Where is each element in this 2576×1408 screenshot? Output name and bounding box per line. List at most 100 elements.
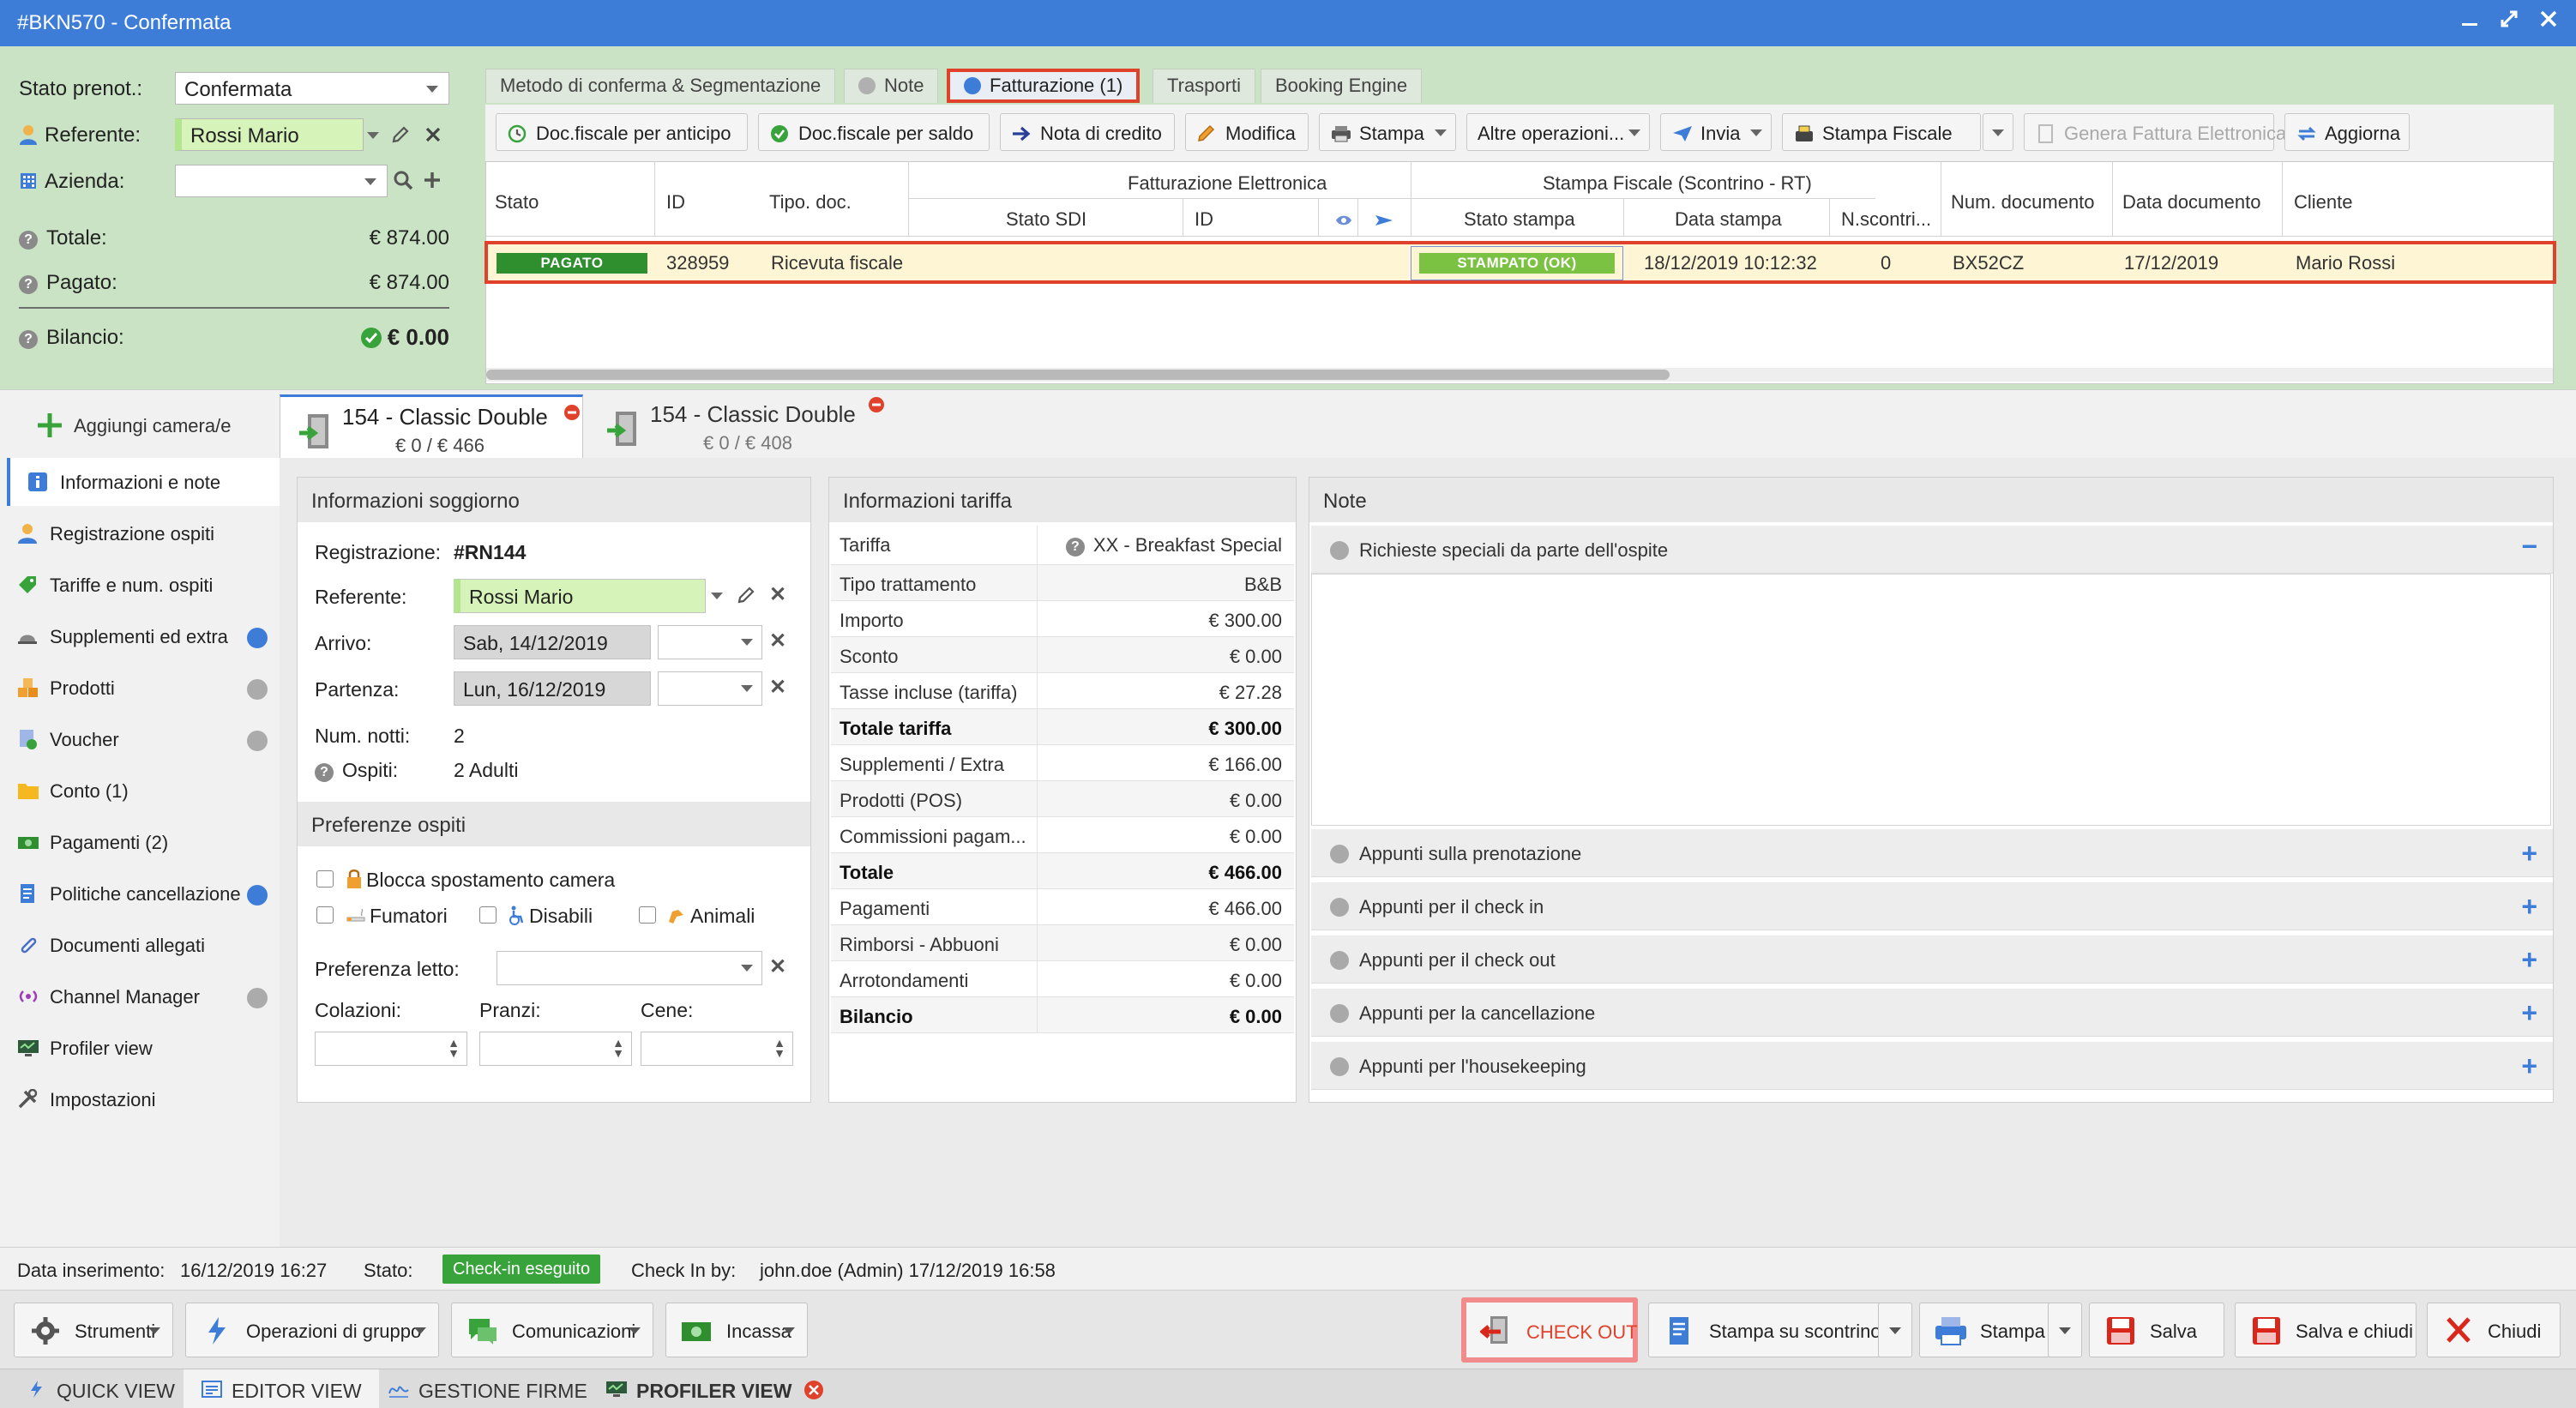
clear-icon[interactable]: ✕ <box>769 582 786 607</box>
note-section-checkout[interactable]: Appunti per il check out + <box>1311 936 2553 984</box>
animali-checkbox[interactable] <box>639 906 656 924</box>
room-tab-2[interactable]: 154 - Classic Double € 0 / € 408 <box>588 394 892 458</box>
tab-fatturazione[interactable]: Fatturazione (1) <box>947 69 1141 103</box>
col-data-stampa[interactable]: Data stampa <box>1675 208 1782 231</box>
scrollbar-thumb[interactable] <box>486 370 1670 380</box>
tab-metodo-conferma[interactable]: Metodo di conferma & Segmentazione <box>485 69 836 103</box>
modifica-button[interactable]: Modifica <box>1185 113 1309 151</box>
stampa-fiscale-button[interactable]: Stampa Fiscale <box>1782 113 1981 151</box>
stepper-arrows-icon[interactable]: ▲ ▼ <box>773 1037 785 1059</box>
blocca-checkbox[interactable] <box>316 870 334 888</box>
nav-conto[interactable]: Conto (1) <box>0 767 280 815</box>
nav-registrazione-ospiti[interactable]: Registrazione ospiti <box>0 509 280 557</box>
tab-gestione-firme[interactable]: GESTIONE FIRME <box>370 1369 605 1408</box>
nav-impostazioni[interactable]: Impostazioni <box>0 1075 280 1123</box>
note-section-prenotazione[interactable]: Appunti sulla prenotazione + <box>1311 829 2553 877</box>
nav-supplementi[interactable]: Supplementi ed extra <box>0 612 280 660</box>
col-stato-stampa[interactable]: Stato stampa <box>1464 208 1575 231</box>
expand-icon[interactable]: + <box>2521 891 2537 923</box>
salva-chiudi-button[interactable]: Salva e chiudi <box>2235 1303 2417 1357</box>
pencil-icon[interactable] <box>737 586 755 605</box>
azienda-select[interactable] <box>175 165 388 197</box>
expand-icon[interactable] <box>2499 9 2519 29</box>
clear-icon[interactable]: ✕ <box>769 675 786 700</box>
col-nscontri[interactable]: N.scontri... <box>1841 208 1931 231</box>
expand-icon[interactable]: + <box>2521 1050 2537 1082</box>
eye-icon[interactable] <box>1335 214 1352 227</box>
stepper-arrows-icon[interactable]: ▲ ▼ <box>612 1037 624 1059</box>
tab-booking-engine[interactable]: Booking Engine <box>1261 69 1423 103</box>
stampa-fiscale-dropdown[interactable] <box>1983 113 2013 151</box>
nav-prodotti[interactable]: Prodotti <box>0 664 280 712</box>
close-icon[interactable] <box>2538 9 2559 29</box>
pencil-icon[interactable] <box>391 125 410 144</box>
remove-icon[interactable] <box>868 396 885 413</box>
tab-profiler-view[interactable]: PROFILER VIEW <box>588 1369 843 1408</box>
partenza-date-field[interactable]: Lun, 16/12/2019 <box>454 671 651 706</box>
close-tab-icon[interactable] <box>803 1380 824 1400</box>
comunicazioni-dropdown[interactable]: Comunicazioni <box>451 1303 653 1357</box>
chiudi-button[interactable]: Chiudi <box>2427 1303 2561 1357</box>
tab-editor-view[interactable]: EDITOR VIEW <box>184 1369 379 1408</box>
doc-saldo-button[interactable]: Doc.fiscale per saldo <box>758 113 990 151</box>
aggiorna-button[interactable]: Aggiorna <box>2284 113 2410 151</box>
disabili-checkbox[interactable] <box>479 906 497 924</box>
referente-field[interactable]: Rossi Mario <box>454 579 706 613</box>
stato-select[interactable]: Confermata <box>175 72 449 105</box>
pranzi-stepper[interactable]: ▲ ▼ <box>479 1032 632 1066</box>
cene-stepper[interactable]: ▲ ▼ <box>641 1032 793 1066</box>
chevron-down-icon[interactable] <box>367 132 379 139</box>
nav-politiche[interactable]: Politiche cancellazione <box>0 869 280 918</box>
col-data-documento[interactable]: Data documento <box>2122 191 2260 214</box>
tab-note[interactable]: Note <box>844 69 939 103</box>
col-id[interactable]: ID <box>666 191 685 214</box>
salva-button[interactable]: Salva <box>2089 1303 2224 1357</box>
note-section-cancellazione[interactable]: Appunti per la cancellazione + <box>1311 989 2553 1037</box>
col-tipo-doc[interactable]: Tipo. doc. <box>769 191 852 214</box>
expand-icon[interactable]: + <box>2521 997 2537 1029</box>
expand-icon[interactable]: + <box>2521 838 2537 869</box>
arrivo-date-field[interactable]: Sab, 14/12/2019 <box>454 625 651 659</box>
arrivo-time-field[interactable] <box>658 625 762 659</box>
chevron-down-icon[interactable] <box>711 593 723 599</box>
stampa-dropdown[interactable]: Stampa <box>1319 113 1456 151</box>
stampa-scontrino-dropdown[interactable] <box>1878 1303 1912 1357</box>
add-room-button[interactable]: Aggiungi camera/e <box>34 410 231 441</box>
nota-credito-button[interactable]: Nota di credito <box>1000 113 1175 151</box>
nav-tariffe[interactable]: Tariffe e num. ospiti <box>0 561 280 609</box>
clear-icon[interactable]: ✕ <box>769 954 786 979</box>
remove-icon[interactable] <box>563 404 581 421</box>
nav-voucher[interactable]: Voucher <box>0 715 280 763</box>
stepper-arrows-icon[interactable]: ▲ ▼ <box>448 1037 460 1059</box>
invia-dropdown[interactable]: Invia <box>1660 113 1772 151</box>
col-cliente[interactable]: Cliente <box>2294 191 2352 214</box>
richieste-textarea[interactable] <box>1311 574 2551 826</box>
col-stato-sdi[interactable]: Stato SDI <box>1006 208 1086 231</box>
send-icon[interactable] <box>1375 214 1393 227</box>
add-icon[interactable] <box>422 170 442 190</box>
note-section-housekeeping[interactable]: Appunti per l'housekeeping + <box>1311 1042 2553 1090</box>
checkout-button[interactable]: CHECK OUT <box>1461 1297 1638 1363</box>
note-section-checkin[interactable]: Appunti per il check in + <box>1311 882 2553 930</box>
clear-icon[interactable] <box>424 125 442 144</box>
referente-field[interactable]: Rossi Mario <box>175 118 364 151</box>
letto-select[interactable] <box>497 951 762 985</box>
stampa-dropdown[interactable] <box>2048 1303 2082 1357</box>
stampa-scontrino-button[interactable]: Stampa su scontrino <box>1648 1303 1897 1357</box>
fumatori-checkbox[interactable] <box>316 906 334 924</box>
collapse-icon[interactable]: − <box>2521 531 2537 563</box>
strumenti-dropdown[interactable]: Strumenti <box>14 1303 173 1357</box>
incassa-dropdown[interactable]: Incassa <box>665 1303 808 1357</box>
nav-profiler[interactable]: Profiler view <box>0 1024 280 1072</box>
search-icon[interactable] <box>393 170 413 190</box>
col-num-documento[interactable]: Num. documento <box>1951 191 2095 214</box>
partenza-time-field[interactable] <box>658 671 762 706</box>
col-stato[interactable]: Stato <box>495 191 539 214</box>
minimize-icon[interactable] <box>2459 9 2480 29</box>
nav-documenti[interactable]: Documenti allegati <box>0 921 280 969</box>
expand-icon[interactable]: + <box>2521 944 2537 976</box>
tab-trasporti[interactable]: Trasporti <box>1153 69 1255 103</box>
doc-anticipo-button[interactable]: Doc.fiscale per anticipo <box>496 113 748 151</box>
stampa-button[interactable]: Stampa <box>1919 1303 2067 1357</box>
operazioni-gruppo-dropdown[interactable]: Operazioni di gruppo <box>185 1303 439 1357</box>
